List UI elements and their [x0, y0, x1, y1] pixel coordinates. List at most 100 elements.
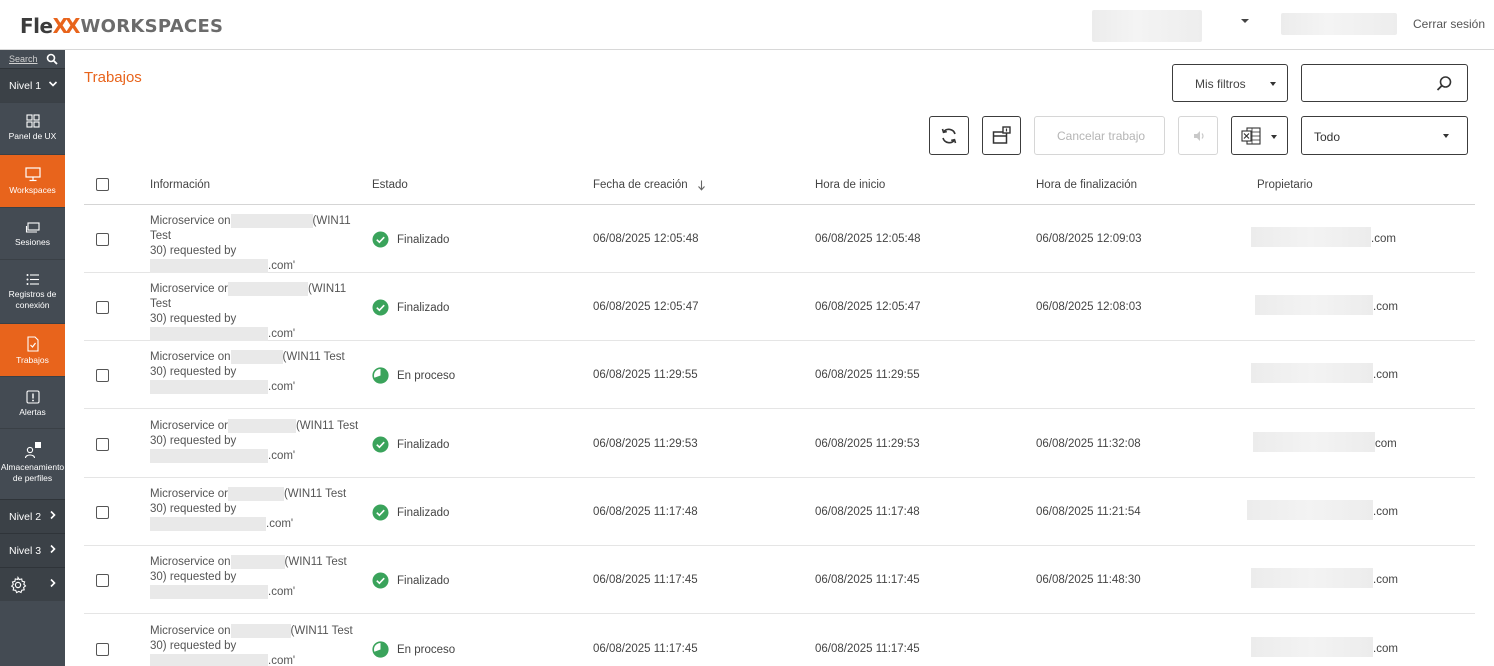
list-icon — [26, 274, 39, 285]
job-info-line3: 30) requested by — [150, 313, 237, 325]
speaker-icon — [1194, 131, 1204, 141]
sidebar-search-label[interactable]: Search — [9, 54, 38, 64]
sort-descending-icon[interactable] — [697, 180, 706, 191]
search-input[interactable] — [1301, 64, 1468, 102]
redacted-host — [230, 555, 285, 569]
logout-link[interactable]: Cerrar sesión — [1413, 17, 1485, 31]
job-info: Microservice on (WIN11 Test 30) requested… — [150, 624, 365, 666]
job-info-line3: 30) requested by — [150, 640, 237, 652]
sidebar-item-workspaces[interactable]: Workspaces — [0, 154, 65, 207]
table-row[interactable]: Microservice on (WIN11 Test 30) requested… — [84, 205, 1475, 273]
owner-domain: .com — [1373, 301, 1398, 313]
table-row[interactable]: Microservice or (WIN11 Test 30) requested… — [84, 478, 1475, 546]
status-text: Finalizado — [397, 233, 450, 246]
job-info-line4: .com' — [268, 260, 296, 272]
chevron-right-icon — [50, 578, 56, 588]
sidebar-item-alertas[interactable]: Alertas — [0, 376, 65, 428]
column-header-estado[interactable]: Estado — [372, 179, 408, 191]
refresh-button[interactable] — [929, 116, 969, 155]
filters-dropdown[interactable]: Mis filtros — [1172, 64, 1288, 102]
owner-domain: .com — [1373, 643, 1398, 655]
column-header-hora-finalizacion[interactable]: Hora de finalización — [1036, 179, 1137, 191]
sidebar-settings[interactable] — [0, 567, 65, 601]
job-info-line4: .com' — [266, 518, 294, 530]
search-icon[interactable] — [46, 53, 58, 65]
table-row[interactable]: Microservice on (WIN11 Test 30) requested… — [84, 341, 1475, 409]
chevron-down-icon — [1271, 135, 1277, 139]
chevron-down-icon[interactable] — [1241, 19, 1249, 23]
user-name — [1281, 13, 1397, 35]
sidebar-level-2-label: Nivel 2 — [9, 511, 42, 523]
job-info-line1: Microservice on — [150, 351, 231, 363]
row-checkbox[interactable] — [96, 301, 109, 314]
job-info-line3: 30) requested by — [150, 366, 237, 378]
logo-text-flex: Fle — [20, 14, 53, 38]
cancel-job-label: Cancelar trabajo — [1057, 129, 1146, 143]
row-checkbox[interactable] — [96, 233, 109, 246]
table-row[interactable]: Microservice or (WIN11 Test 30) requested… — [84, 273, 1475, 341]
flexxworkspaces-logo[interactable]: Fle XX WORKSPACES — [20, 14, 223, 38]
sidebar-level-2[interactable]: Nivel 2 — [0, 499, 65, 533]
redacted-host — [230, 624, 291, 638]
check-circle-icon — [372, 299, 389, 316]
table-row[interactable]: Microservice on (WIN11 Test 30) requested… — [84, 546, 1475, 614]
owner-domain: .com — [1373, 506, 1398, 518]
owner-domain: com — [1375, 438, 1397, 450]
job-info-line1: Microservice or — [150, 488, 228, 500]
table-row[interactable]: Microservice on (WIN11 Test 30) requested… — [84, 615, 1475, 666]
sidebar-item-label: Panel de UX — [8, 131, 57, 141]
scope-select[interactable]: Todo — [1301, 116, 1468, 155]
status-text: Finalizado — [397, 574, 450, 587]
sidebar-search[interactable]: Search — [0, 50, 65, 70]
column-config-button[interactable] — [982, 116, 1021, 155]
export-excel-button[interactable] — [1231, 116, 1288, 155]
redacted-owner — [1251, 227, 1371, 247]
row-checkbox[interactable] — [96, 506, 109, 519]
redacted-host — [227, 419, 296, 433]
monitor-icon — [24, 167, 41, 182]
row-checkbox[interactable] — [96, 438, 109, 451]
end-time: 06/08/2025 11:48:30 — [1036, 574, 1141, 586]
redacted-user — [150, 585, 268, 599]
created-date: 06/08/2025 11:29:55 — [593, 369, 698, 381]
in-progress-icon — [372, 367, 389, 384]
column-header-informacion[interactable]: Información — [150, 179, 210, 191]
row-checkbox[interactable] — [96, 574, 109, 587]
search-icon[interactable] — [1436, 75, 1453, 92]
sidebar-item-almacenamiento[interactable]: Almacenamiento de perfiles — [0, 428, 65, 499]
organization-selector[interactable] — [1092, 10, 1202, 42]
redacted-host — [227, 487, 284, 501]
status-badge: Finalizado — [372, 504, 449, 521]
column-header-propietario[interactable]: Propietario — [1257, 179, 1313, 191]
sidebar-item-panel-ux[interactable]: Panel de UX — [0, 102, 65, 154]
excel-icon — [1241, 127, 1261, 145]
chevron-down-icon — [1443, 134, 1449, 138]
sidebar-item-sesiones[interactable]: Sesiones — [0, 207, 65, 259]
start-time: 06/08/2025 12:05:48 — [815, 233, 921, 245]
table-row[interactable]: Microservice or (WIN11 Test 30) requested… — [84, 410, 1475, 478]
redacted-user — [150, 380, 268, 394]
cancel-job-button[interactable]: Cancelar trabajo — [1034, 116, 1165, 155]
sidebar-item-trabajos[interactable]: Trabajos — [0, 323, 65, 376]
broadcast-button[interactable] — [1178, 116, 1218, 155]
profile-storage-icon — [24, 442, 41, 459]
sidebar-level-1[interactable]: Nivel 1 — [0, 68, 65, 102]
column-header-hora-inicio[interactable]: Hora de inicio — [815, 179, 885, 191]
in-progress-icon — [372, 641, 389, 658]
created-date: 06/08/2025 12:05:48 — [593, 233, 699, 245]
sidebar-item-registros[interactable]: Registros de conexión — [0, 259, 65, 323]
end-time: 06/08/2025 12:09:03 — [1036, 233, 1142, 245]
column-header-fecha-creacion[interactable]: Fecha de creación — [593, 179, 688, 191]
row-checkbox[interactable] — [96, 643, 109, 656]
select-all-checkbox[interactable] — [96, 178, 109, 191]
owner-domain: .com — [1371, 233, 1396, 245]
logo-text-xx: XX — [52, 14, 81, 38]
job-info: Microservice or (WIN11 Test 30) requested… — [150, 282, 365, 342]
job-info: Microservice or (WIN11 Test 30) requested… — [150, 487, 365, 532]
gear-icon — [10, 576, 27, 594]
sessions-icon — [25, 222, 40, 233]
sidebar-level-3[interactable]: Nivel 3 — [0, 533, 65, 567]
row-checkbox[interactable] — [96, 369, 109, 382]
logo-text-workspaces: WORKSPACES — [80, 15, 224, 37]
created-date: 06/08/2025 11:17:45 — [593, 643, 698, 655]
